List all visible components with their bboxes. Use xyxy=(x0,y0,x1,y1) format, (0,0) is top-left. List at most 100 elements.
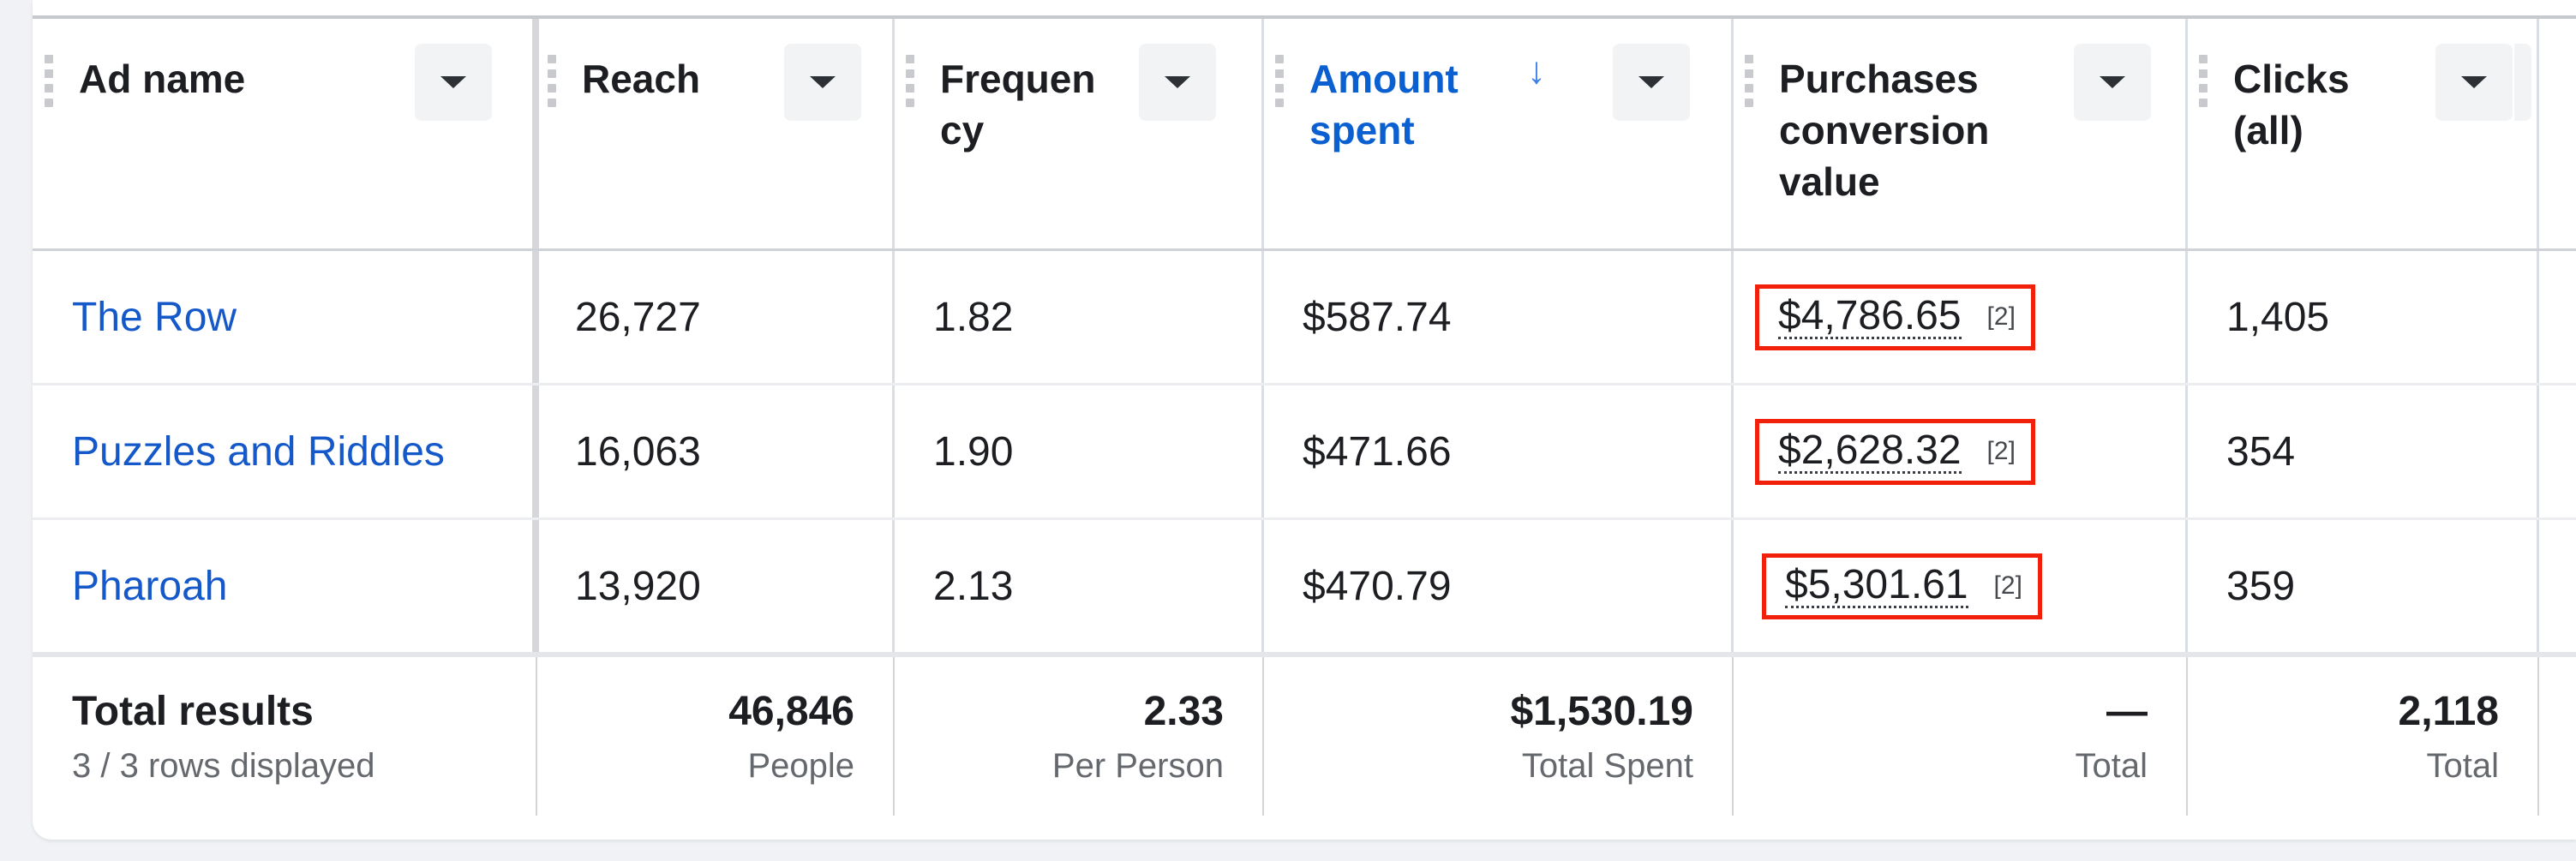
table-row[interactable]: Pharoah 13,920 2.13 $470.79 $5,301.61 [2… xyxy=(33,520,2576,657)
column-title: Clicks (all) xyxy=(2233,57,2350,152)
total-amount-spent-cell: $1,530.19 Total Spent xyxy=(1263,657,1733,816)
total-frequency-cell: 2.33 Per Person xyxy=(894,657,1263,816)
total-purchases-conversion-value-unit: Total xyxy=(2075,747,2148,785)
totals-row: Total results 3 / 3 rows displayed 46,84… xyxy=(33,657,2576,816)
column-divider xyxy=(1261,251,1264,383)
column-header-clicks-all[interactable]: Clicks (all) xyxy=(2187,19,2538,248)
reach-cell: 26,727 xyxy=(575,294,701,340)
total-reach-cell: 46,846 People xyxy=(536,657,894,816)
column-divider xyxy=(532,520,539,652)
clicks-cell: 359 xyxy=(2226,563,2296,609)
column-divider xyxy=(892,520,895,652)
table-header-row: Ad name Reach Frequen cy Amount spent ↓ xyxy=(33,19,2576,251)
ad-name-link[interactable]: Puzzles and Riddles xyxy=(72,428,445,475)
column-divider[interactable] xyxy=(1261,19,1264,248)
column-title: Frequen cy xyxy=(940,57,1096,152)
column-header-amount-spent[interactable]: Amount spent ↓ xyxy=(1263,19,1733,248)
column-divider xyxy=(2186,657,2188,816)
column-divider xyxy=(1731,251,1734,383)
frequency-cell: 1.82 xyxy=(933,294,1014,340)
column-title: Purchases conversion value xyxy=(1779,57,1990,204)
column-menu-dropdown-button[interactable] xyxy=(784,44,861,121)
column-divider xyxy=(2537,386,2539,517)
column-menu-dropdown-button[interactable] xyxy=(2074,44,2151,121)
table-row[interactable]: The Row 26,727 1.82 $587.74 $4,786.65 [2… xyxy=(33,251,2576,386)
column-header-ad-name[interactable]: Ad name xyxy=(33,19,536,248)
column-divider xyxy=(532,386,539,517)
purchases-conversion-value[interactable]: $2,628.32 xyxy=(1778,429,1962,474)
ad-name-link[interactable]: The Row xyxy=(72,294,237,341)
clicks-cell: 1,405 xyxy=(2226,294,2330,340)
drag-handle-icon[interactable] xyxy=(2199,55,2208,107)
column-header-frequency[interactable]: Frequen cy xyxy=(894,19,1263,248)
column-divider xyxy=(892,251,895,383)
drag-handle-icon[interactable] xyxy=(906,55,914,107)
total-frequency-unit: Per Person xyxy=(1051,747,1224,785)
attribution-note: [2] xyxy=(1993,571,2022,600)
column-divider xyxy=(2537,657,2539,816)
total-amount-spent-unit: Total Spent xyxy=(1521,747,1693,785)
column-divider xyxy=(1261,386,1264,517)
total-amount-spent-value: $1,530.19 xyxy=(1510,689,1693,734)
total-clicks-cell: 2,118 Total xyxy=(2187,657,2538,816)
column-divider xyxy=(1732,657,1734,816)
drag-handle-icon[interactable] xyxy=(1275,55,1284,107)
column-menu-dropdown-button[interactable] xyxy=(2435,44,2513,121)
column-divider[interactable] xyxy=(1731,19,1734,248)
purchases-conversion-value[interactable]: $5,301.61 xyxy=(1785,564,1968,608)
column-header-overflow xyxy=(2514,19,2576,248)
column-title: Reach xyxy=(582,57,701,101)
column-menu-dropdown-button[interactable] xyxy=(1139,44,1216,121)
arrow-down-icon[interactable]: ↓ xyxy=(1527,50,1546,93)
column-divider xyxy=(2537,251,2539,383)
column-divider xyxy=(1731,520,1734,652)
total-clicks-value: 2,118 xyxy=(2398,689,2499,734)
clicks-cell: 354 xyxy=(2226,428,2296,475)
total-clicks-unit: Total xyxy=(2426,747,2500,785)
total-purchases-conversion-value: — xyxy=(2106,689,2148,734)
ad-name-link[interactable]: Pharoah xyxy=(72,563,227,610)
total-purchases-conversion-value-cell: — Total xyxy=(1733,657,2187,816)
drag-handle-icon[interactable] xyxy=(45,55,53,107)
column-menu-dropdown-button[interactable] xyxy=(1613,44,1690,121)
highlighted-value-box: $4,786.65 [2] xyxy=(1755,284,2035,350)
amount-spent-cell: $470.79 xyxy=(1303,563,1452,609)
reach-cell: 13,920 xyxy=(575,563,701,609)
column-header-purchases-conversion-value[interactable]: Purchases conversion value xyxy=(1733,19,2187,248)
column-menu-dropdown-button-partial[interactable] xyxy=(2514,44,2531,121)
column-divider[interactable] xyxy=(2537,19,2539,248)
totals-title: Total results xyxy=(72,689,314,734)
column-divider xyxy=(2185,386,2188,517)
column-divider[interactable] xyxy=(2185,19,2188,248)
reach-cell: 16,063 xyxy=(575,428,701,475)
column-divider xyxy=(893,657,895,816)
column-title: Amount spent xyxy=(1309,57,1459,152)
column-title: Ad name xyxy=(79,57,246,101)
frequency-cell: 1.90 xyxy=(933,428,1014,475)
column-divider xyxy=(2185,520,2188,652)
total-frequency-value: 2.33 xyxy=(1143,689,1224,734)
column-header-reach[interactable]: Reach xyxy=(536,19,894,248)
drag-handle-icon[interactable] xyxy=(548,55,556,107)
column-divider[interactable] xyxy=(892,19,895,248)
column-divider xyxy=(2185,251,2188,383)
drag-handle-icon[interactable] xyxy=(1745,55,1753,107)
attribution-note: [2] xyxy=(1986,437,2016,465)
column-divider xyxy=(532,251,539,383)
column-menu-dropdown-button[interactable] xyxy=(415,44,492,121)
highlighted-value-box: $2,628.32 [2] xyxy=(1755,418,2035,485)
column-divider[interactable] xyxy=(532,19,539,248)
totals-label-cell: Total results 3 / 3 rows displayed xyxy=(33,657,536,816)
column-divider xyxy=(2537,520,2539,652)
total-reach-unit: People xyxy=(747,747,854,785)
column-divider xyxy=(536,657,537,816)
column-divider xyxy=(1731,386,1734,517)
rows-displayed-count: 3 / 3 rows displayed xyxy=(72,747,375,785)
attribution-note: [2] xyxy=(1986,302,2016,331)
table-row[interactable]: Puzzles and Riddles 16,063 1.90 $471.66 … xyxy=(33,386,2576,520)
amount-spent-cell: $587.74 xyxy=(1303,294,1452,340)
purchases-conversion-value[interactable]: $4,786.65 xyxy=(1778,295,1962,339)
column-divider xyxy=(1262,657,1264,816)
highlighted-value-box: $5,301.61 [2] xyxy=(1762,553,2042,619)
column-divider xyxy=(1261,520,1264,652)
